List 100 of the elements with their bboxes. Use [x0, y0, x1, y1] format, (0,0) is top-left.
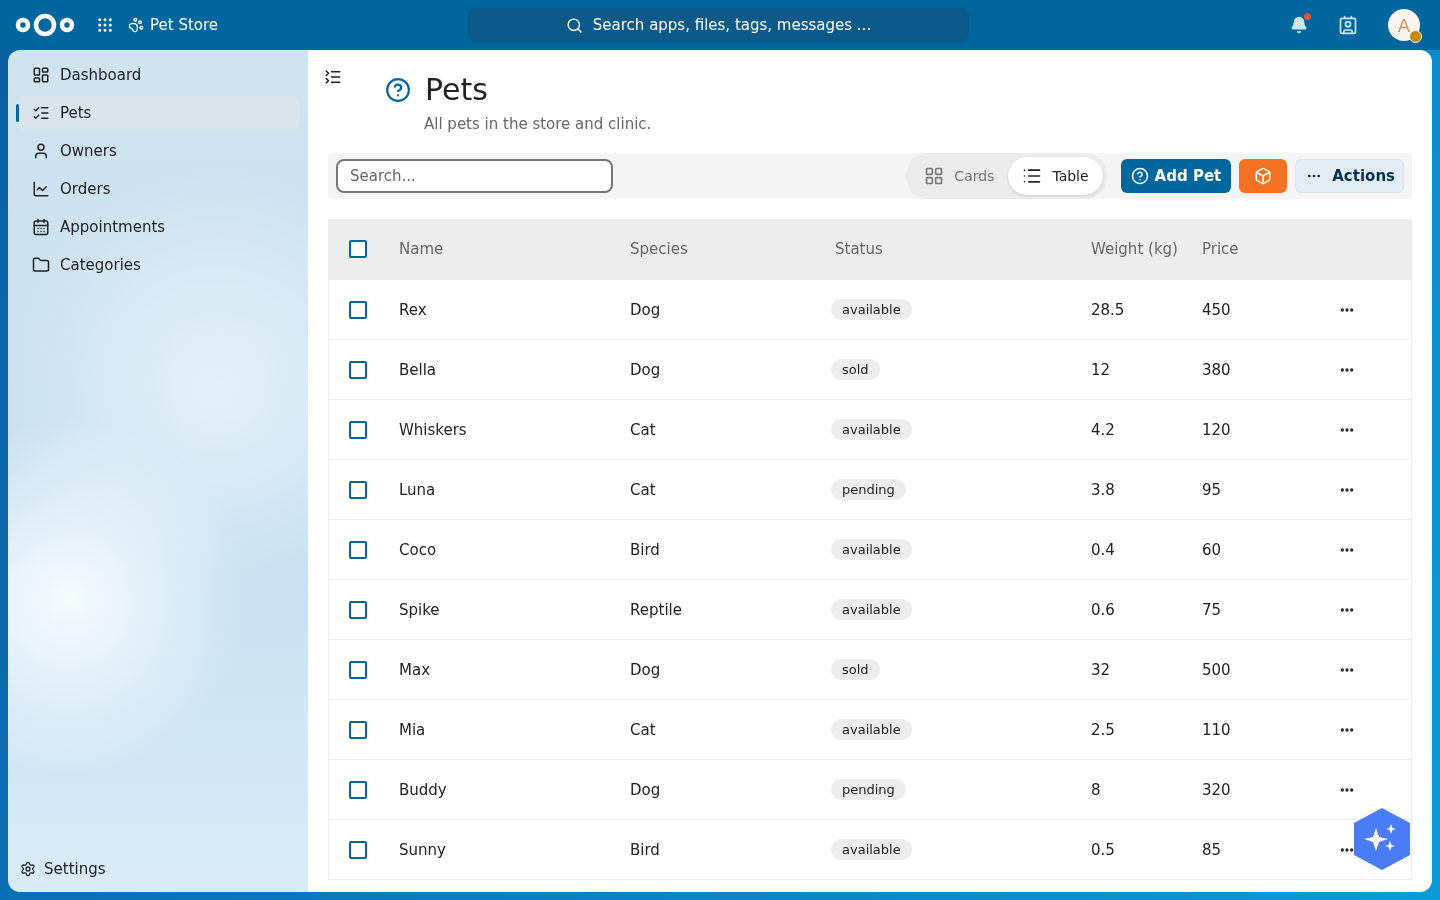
status-badge: pending	[831, 479, 906, 500]
table-cell-text: Reptile	[629, 600, 683, 619]
table-cell-text: 120	[1201, 420, 1232, 439]
table-cell-text: 0.4	[1090, 540, 1116, 559]
row-checkbox[interactable]	[349, 420, 367, 439]
checklist-icon	[32, 104, 50, 122]
search-field[interactable]: Search...	[336, 159, 613, 193]
status-badge: available	[831, 599, 912, 620]
row-checkbox[interactable]	[349, 600, 367, 619]
row-checkbox[interactable]	[349, 300, 367, 319]
dashboard-icon	[32, 66, 50, 84]
page-subtitle: All pets in the store and clinic.	[424, 115, 653, 133]
status-badge: pending	[831, 779, 906, 800]
table-cell-text: Bird	[629, 540, 661, 559]
app-menu-icon[interactable]	[96, 16, 114, 34]
chart-icon	[32, 180, 50, 198]
person-icon	[32, 142, 50, 160]
help-icon[interactable]	[385, 76, 411, 103]
table-cell-text: Bird	[629, 840, 661, 859]
table-cell-text: 110	[1201, 720, 1232, 739]
box-icon	[1254, 167, 1273, 185]
table-cell-text: Whiskers	[398, 420, 468, 439]
sidebar-item[interactable]: Pets	[16, 96, 300, 130]
add-pet-button[interactable]: Add Pet	[1120, 159, 1232, 193]
column-header: Weight (kg)	[1090, 240, 1179, 258]
help-icon	[1130, 167, 1149, 185]
table-cell-text: Mia	[398, 720, 427, 739]
table-cell-text: 95	[1201, 480, 1223, 499]
table-cell-text: Bella	[398, 360, 438, 379]
table-cell-text: 450	[1201, 300, 1232, 319]
folder-icon	[32, 256, 50, 274]
status-badge: available	[831, 719, 912, 740]
table-cell-text: 85	[1201, 840, 1223, 859]
table-cell-text: Rex	[398, 300, 428, 319]
sidebar-toggle-icon[interactable]	[324, 68, 342, 86]
table-cell-text: Dog	[629, 360, 662, 379]
table-cell-text: 75	[1201, 600, 1223, 619]
table-cell-text: Cat	[629, 720, 657, 739]
table-cell-text: Dog	[629, 660, 662, 679]
notifications-icon[interactable]	[1290, 16, 1308, 34]
table-cell-text: Dog	[629, 300, 662, 319]
row-checkbox[interactable]	[349, 720, 367, 739]
sidebar-item[interactable]: Dashboard	[16, 58, 300, 92]
status-badge: available	[831, 299, 912, 320]
select-all-checkbox[interactable]	[349, 240, 367, 258]
status-badge: available	[831, 839, 912, 860]
table-cell-text: Cat	[629, 480, 657, 499]
column-header: Species	[629, 240, 689, 258]
unified-search-field[interactable]: Search apps, files, tags, messages ...	[468, 8, 969, 42]
column-header: Status	[834, 240, 884, 258]
paw-icon	[128, 17, 144, 33]
contacts-icon[interactable]	[1338, 15, 1358, 35]
table-cell-text: 28.5	[1090, 300, 1126, 319]
search-icon	[565, 16, 583, 34]
list-icon	[1022, 166, 1043, 186]
row-checkbox[interactable]	[349, 840, 367, 859]
table-cell-text: 500	[1201, 660, 1232, 679]
table-cell-text: Spike	[398, 600, 441, 619]
page-title: Pets	[425, 72, 488, 107]
table-cell-text: 0.5	[1090, 840, 1116, 859]
status-badge: available	[831, 539, 912, 560]
sidebar-item[interactable]: Orders	[16, 172, 300, 206]
table-cell-text: 3.8	[1090, 480, 1116, 499]
row-checkbox[interactable]	[349, 660, 367, 679]
view-toggle[interactable]: Cards	[910, 157, 1009, 195]
table-cell-text: Coco	[398, 540, 438, 559]
sidebar-item[interactable]: Owners	[16, 134, 300, 168]
table-cell-text: 320	[1201, 780, 1232, 799]
column-header: Name	[398, 240, 445, 258]
column-header: Price	[1201, 240, 1240, 258]
table-cell-text: 0.6	[1090, 600, 1116, 619]
table-cell-text: Max	[398, 660, 431, 679]
table-cell-text: Buddy	[398, 780, 448, 799]
calendar-icon	[32, 218, 50, 236]
table-cell-text: 32	[1090, 660, 1112, 679]
sidebar-item[interactable]: Appointments	[16, 210, 300, 244]
settings-link[interactable]: Settings	[16, 860, 300, 884]
box-button[interactable]	[1239, 159, 1288, 193]
app-name[interactable]: Pet Store	[128, 16, 219, 34]
status-badge: available	[831, 419, 912, 440]
table-cell-text: 8	[1090, 780, 1102, 799]
table-cell-text: Sunny	[398, 840, 447, 859]
row-checkbox[interactable]	[349, 780, 367, 799]
assistant-button[interactable]	[1354, 808, 1410, 870]
table-cell-text: Cat	[629, 420, 657, 439]
table-cell-text: 380	[1201, 360, 1232, 379]
table-cell-text: 60	[1201, 540, 1223, 559]
grid-icon	[924, 166, 945, 186]
sidebar-item[interactable]: Categories	[16, 248, 300, 282]
status-badge: sold	[831, 359, 880, 380]
status-badge: sold	[831, 659, 880, 680]
table-cell-text: 4.2	[1090, 420, 1116, 439]
table-cell-text: 2.5	[1090, 720, 1116, 739]
row-checkbox[interactable]	[349, 480, 367, 499]
settings-icon	[20, 861, 36, 877]
row-checkbox[interactable]	[349, 360, 367, 379]
table-cell-text: Dog	[629, 780, 662, 799]
actions-button[interactable]: Actions	[1295, 159, 1404, 193]
view-toggle[interactable]: Table	[1008, 157, 1103, 195]
row-checkbox[interactable]	[349, 540, 367, 559]
